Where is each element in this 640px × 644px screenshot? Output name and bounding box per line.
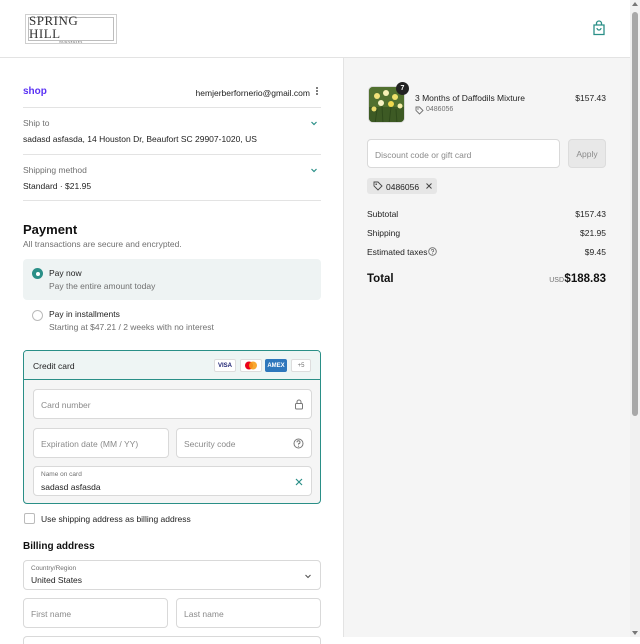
logo-title: SPRING HILL [29,13,79,41]
lock-icon [295,399,303,410]
divider [23,200,321,201]
shipping-label: Shipping [367,228,401,238]
chevron-down-icon[interactable] [309,165,319,175]
first-name-placeholder: First name [31,609,72,619]
taxes-label: Estimated taxes [367,247,428,257]
pay-now-option[interactable]: Pay now Pay the entire amount today [23,259,321,300]
help-circle-icon[interactable] [293,438,304,449]
chevron-down-icon[interactable] [309,118,319,128]
item-price: $157.43 [575,93,606,103]
divider [23,154,321,155]
shipping-method-label: Shipping method [23,165,87,175]
next-field-partial[interactable] [23,636,321,644]
order-summary: 7 3 Months of Daffodils Mixture 0486056 … [343,58,630,637]
discount-placeholder: Discount code or gift card [375,150,472,160]
pay-now-title: Pay now [49,268,82,278]
name-on-card-label: Name on card [41,471,82,478]
subtotal-value: $157.43 [575,209,606,219]
shipping-method-value: Standard · $21.95 [23,181,92,191]
billing-same-checkbox[interactable] [24,513,35,524]
discount-input[interactable]: Discount code or gift card [367,139,560,168]
total-value: $188.83 [564,273,606,285]
expiration-placeholder: Expiration date (MM / YY) [41,439,139,449]
header: SPRING HILL NURSERIES [0,0,630,58]
installments-subtitle: Starting at $47.21 / 2 weeks with no int… [49,322,214,332]
card-number-input[interactable]: Card number [33,389,312,419]
visa-logo: VISA [214,359,236,372]
scroll-up-icon[interactable] [632,2,638,6]
info-icon[interactable] [428,247,437,256]
security-code-input[interactable]: Security code [176,428,312,458]
taxes-value: $9.45 [584,247,606,257]
name-on-card-input[interactable]: Name on card sadasd asfasda [33,466,312,496]
clear-icon[interactable] [294,477,304,487]
tag-icon [415,106,424,115]
security-code-placeholder: Security code [184,439,236,449]
amex-logo: AMEX [265,359,287,372]
checkout-main: shop hemjerberfornerio@gmail.com Ship to… [0,58,343,644]
more-cards-badge: +5 [291,359,311,372]
account-email: hemjerberfornerio@gmail.com [195,88,310,98]
ship-to-value: sadasd asfasda, 14 Houston Dr, Beaufort … [23,134,257,144]
item-discount-code: 0486056 [426,106,454,113]
card-number-placeholder: Card number [41,400,91,410]
scrollbar-thumb[interactable] [632,12,638,416]
payment-title: Payment [23,222,78,237]
last-name-placeholder: Last name [184,609,224,619]
country-select[interactable]: Country/Region United States [23,560,321,590]
last-name-input[interactable]: Last name [176,598,321,628]
logo-subtitle: NURSERIES [59,40,83,44]
pay-now-subtitle: Pay the entire amount today [49,281,156,291]
scroll-down-icon[interactable] [632,631,638,635]
billing-address-title: Billing address [23,541,95,552]
credit-card-label: Credit card [33,361,75,371]
discount-chip: 0486056 [367,178,437,194]
subtotal-label: Subtotal [367,209,399,219]
country-label: Country/Region [31,565,77,572]
store-logo[interactable]: SPRING HILL NURSERIES [25,14,117,44]
shipping-value: $21.95 [580,228,606,238]
kebab-icon[interactable] [315,86,319,96]
ship-to-label: Ship to [23,118,50,128]
installments-option[interactable]: Pay in installments Starting at $47.21 /… [23,307,321,337]
item-name: 3 Months of Daffodils Mixture [415,93,525,103]
country-value: United States [31,575,83,585]
page-scrollbar[interactable] [630,0,640,637]
shop-pay-label[interactable]: shop [23,86,47,97]
expiration-input[interactable]: Expiration date (MM / YY) [33,428,169,458]
mastercard-logo [240,359,262,372]
quantity-badge: 7 [396,82,409,95]
first-name-input[interactable]: First name [23,598,168,628]
chevron-down-icon [305,574,311,579]
installments-title: Pay in installments [49,309,120,319]
currency-code: USD [549,277,564,284]
total-label: Total [367,273,394,285]
tag-icon [373,181,383,191]
bag-icon[interactable] [592,20,606,36]
remove-discount-icon[interactable] [425,182,433,190]
credit-card-header[interactable]: Credit card VISA AMEX +5 [24,351,320,380]
chip-code: 0486056 [386,182,420,192]
name-on-card-value: sadasd asfasda [41,482,101,492]
installments-radio[interactable] [32,310,43,321]
payment-subtitle: All transactions are secure and encrypte… [23,239,182,249]
billing-same-label: Use shipping address as billing address [41,514,191,524]
credit-card-section: Credit card VISA AMEX +5 Card number Exp… [23,350,321,504]
divider [23,107,321,108]
pay-now-radio[interactable] [32,268,43,279]
apply-button[interactable]: Apply [568,139,606,168]
